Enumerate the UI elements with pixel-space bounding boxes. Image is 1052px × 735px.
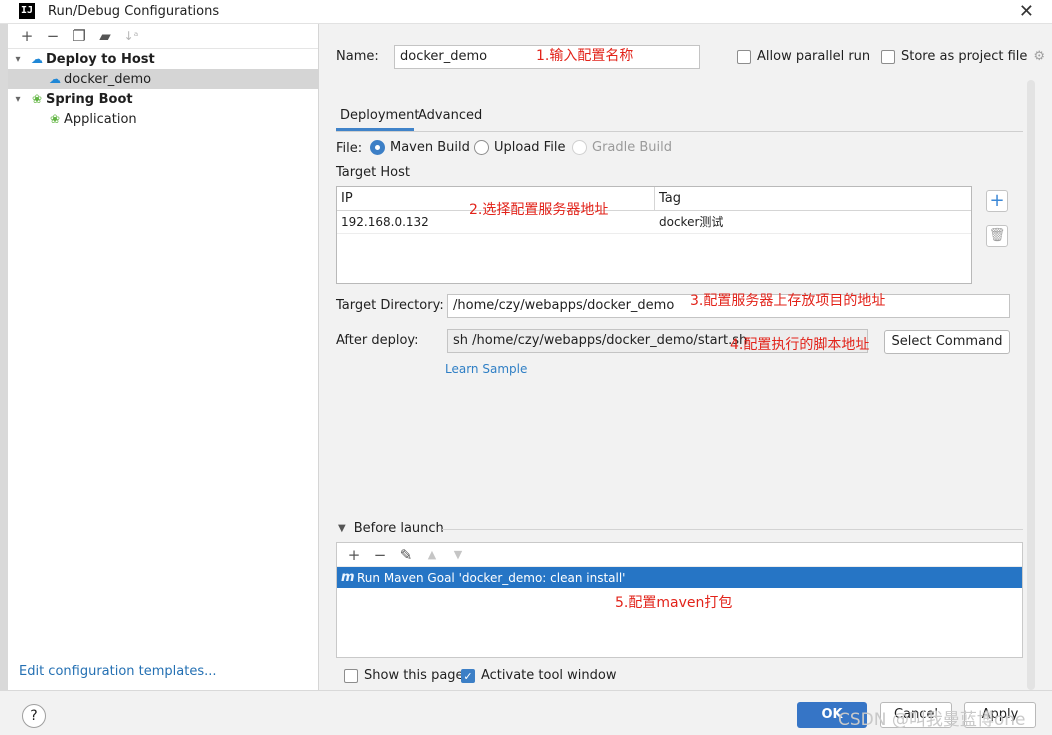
target-host-table: IP Tag 192.168.0.132 docker测试 — [336, 186, 972, 284]
gear-icon[interactable]: ⚙ — [1033, 49, 1045, 64]
folder-icon[interactable]: ▰ — [92, 27, 118, 45]
tab-deployment[interactable]: Deployment — [340, 108, 420, 123]
delete-host-icon[interactable]: 🗑 — [986, 225, 1008, 247]
maven-build-option[interactable]: Maven Build — [370, 140, 470, 155]
sort-icon[interactable]: ↓ᵃ — [118, 29, 144, 43]
title-bar: IJ Run/Debug Configurations ✕ — [0, 0, 1052, 24]
learn-sample-link[interactable]: Learn Sample — [445, 362, 527, 376]
chevron-down-icon[interactable]: ▾ — [8, 94, 28, 105]
before-launch-toolbar: + − ✎ ▲ ▼ — [337, 543, 1022, 567]
remove-icon[interactable]: − — [40, 27, 66, 45]
maven-build-label: Maven Build — [390, 140, 470, 155]
list-item-maven-goal[interactable]: m Run Maven Goal 'docker_demo: clean ins… — [337, 567, 1022, 588]
table-row[interactable]: 192.168.0.132 docker测试 — [337, 211, 971, 234]
edit-templates-link[interactable]: Edit configuration templates... — [19, 664, 217, 679]
after-deploy-label: After deploy: — [336, 333, 419, 348]
tree-label: Deploy to Host — [46, 51, 155, 67]
store-project-label: Store as project file — [901, 49, 1028, 64]
spring-icon: ❀ — [31, 92, 43, 106]
show-page-option[interactable]: Show this page — [344, 668, 464, 683]
dialog-footer: ? OK Cancel Apply CSDN @叫我曼蓝博one — [0, 690, 1052, 735]
tree-label: Spring Boot — [46, 91, 133, 107]
edit-icon[interactable]: ✎ — [393, 546, 419, 564]
tree-label: docker_demo — [64, 71, 152, 87]
maven-goal-label: Run Maven Goal 'docker_demo: clean insta… — [357, 570, 626, 585]
add-icon[interactable]: + — [341, 546, 367, 564]
tree-label: Application — [64, 111, 137, 127]
allow-parallel-checkbox[interactable] — [737, 49, 751, 64]
before-launch-label: Before launch — [353, 521, 444, 536]
app-icon: IJ — [19, 3, 35, 19]
maven-build-radio[interactable] — [370, 140, 385, 155]
cloud-icon: ☁ — [31, 52, 43, 66]
target-host-label: Target Host — [336, 165, 410, 180]
allow-parallel-label: Allow parallel run — [757, 49, 871, 64]
tree-item-spring-boot[interactable]: ▾ ❀ Spring Boot — [8, 89, 318, 109]
activate-tool-label: Activate tool window — [481, 668, 617, 683]
move-down-icon[interactable]: ▼ — [445, 548, 471, 561]
add-icon[interactable]: + — [14, 27, 40, 45]
spring-icon: ❀ — [49, 112, 61, 126]
allow-parallel-option[interactable]: Allow parallel run — [737, 49, 870, 64]
store-project-option[interactable]: Store as project file ⚙ — [881, 49, 1045, 64]
gradle-build-label: Gradle Build — [592, 140, 673, 155]
chevron-down-icon[interactable]: ▼ — [338, 523, 346, 534]
window-title: Run/Debug Configurations — [48, 4, 220, 19]
copy-icon[interactable]: ❐ — [66, 27, 92, 45]
target-directory-label: Target Directory: — [336, 298, 444, 313]
cell-tag: docker测试 — [659, 215, 724, 229]
select-command-button[interactable]: Select Command — [884, 330, 1010, 354]
tree-item-application[interactable]: ❀ Application — [8, 109, 318, 129]
cloud-icon: ☁ — [49, 72, 61, 86]
watermark: CSDN @叫我曼蓝博one — [838, 710, 1026, 730]
background-edge — [0, 24, 8, 735]
add-host-icon[interactable]: + — [986, 190, 1008, 212]
activate-tool-checkbox[interactable]: ✓ — [461, 668, 475, 683]
maven-icon: m — [341, 570, 355, 585]
gradle-build-radio[interactable] — [572, 140, 587, 155]
upload-file-label: Upload File — [494, 140, 566, 155]
show-page-checkbox[interactable] — [344, 668, 358, 683]
table-header: IP Tag — [337, 187, 971, 211]
section-divider — [442, 529, 1023, 530]
activate-tool-option[interactable]: ✓ Activate tool window — [461, 668, 616, 683]
chevron-down-icon[interactable]: ▾ — [8, 54, 28, 65]
annotation-4: 4.配置执行的脚本地址 — [730, 337, 870, 353]
store-project-checkbox[interactable] — [881, 49, 895, 64]
show-page-label: Show this page — [364, 668, 464, 683]
annotation-5: 5.配置maven打包 — [615, 595, 733, 611]
name-label: Name: — [336, 49, 379, 64]
gradle-build-option[interactable]: Gradle Build — [572, 140, 672, 155]
tree-toolbar: + − ❐ ▰ ↓ᵃ — [8, 24, 318, 49]
tab-divider — [336, 131, 1023, 132]
close-icon[interactable]: ✕ — [1019, 1, 1034, 22]
remove-icon[interactable]: − — [367, 546, 393, 564]
configuration-editor: Name: docker_demo 1.输入配置名称 Allow paralle… — [320, 24, 1052, 690]
annotation-2: 2.选择配置服务器地址 — [469, 202, 609, 218]
move-up-icon[interactable]: ▲ — [419, 548, 445, 561]
before-launch-section[interactable]: ▼ Before launch — [338, 521, 444, 536]
file-label: File: — [336, 141, 363, 156]
upload-file-option[interactable]: Upload File — [474, 140, 565, 155]
annotation-3: 3.配置服务器上存放项目的地址 — [690, 293, 886, 309]
column-header-tag[interactable]: Tag — [655, 187, 971, 210]
tree-item-docker-demo[interactable]: ☁ docker_demo — [8, 69, 318, 89]
scrollbar[interactable] — [1027, 80, 1035, 690]
tree-item-deploy-to-host[interactable]: ▾ ☁ Deploy to Host — [8, 49, 318, 69]
annotation-1: 1.输入配置名称 — [536, 48, 634, 64]
tab-advanced[interactable]: Advanced — [418, 108, 482, 123]
configurations-tree-panel: + − ❐ ▰ ↓ᵃ ▾ ☁ Deploy to Host ☁ docker_d… — [8, 24, 319, 690]
upload-file-radio[interactable] — [474, 140, 489, 155]
help-button[interactable]: ? — [22, 704, 46, 728]
